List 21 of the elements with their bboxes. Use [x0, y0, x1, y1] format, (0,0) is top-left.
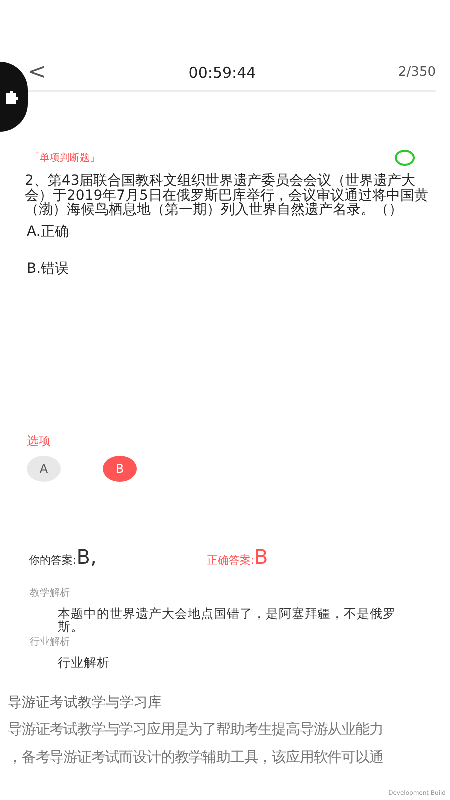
caption-title: 导游证考试教学与学习库 — [8, 694, 163, 714]
back-button[interactable]: < — [28, 62, 46, 84]
analysis-title: 教学解析 — [30, 586, 71, 602]
caption-text: ，备考导游证考试而设计的教学辅助工具，该应用软件可以通 — [8, 748, 384, 768]
answer-option[interactable]: B.错误 — [27, 259, 450, 280]
question-text: 2、第43届联合国教科文组织世界遗产委员会会议（世界遗产大会）于2019年7月5日在俄罗斯巴库举行，会议审议通过将中国黄（渤）海候鸟栖息地（第一期）列入世界自然遗产名录。（） — [25, 174, 430, 218]
analysis-title: 行业解析 — [30, 636, 71, 650]
choice-button[interactable]: A — [27, 456, 61, 482]
correct-answer-value: B — [254, 544, 268, 572]
your-answer-value: B, — [76, 544, 97, 572]
progress-counter: 2/350 — [398, 64, 436, 82]
puzzle-icon — [5, 89, 21, 105]
answer-option[interactable]: A.正确 — [27, 222, 450, 244]
analysis-text: 行业解析 — [58, 656, 111, 670]
caption-text: 导游证考试教学与学习应用是为了帮助考生提高导游从业能力 — [8, 720, 384, 740]
correct-answer-label: 正确答案: — [206, 553, 255, 570]
question-type-label: 「单项判断题」 — [30, 152, 100, 166]
analysis-text: 本题中的世界遗产大会地点国错了，是阿塞拜疆，不是俄罗斯。 — [58, 607, 397, 634]
choices-label: 选项 — [27, 433, 52, 450]
timer-text: 00:59:44 — [188, 62, 256, 84]
your-answer-label: 你的答案: — [29, 553, 77, 570]
